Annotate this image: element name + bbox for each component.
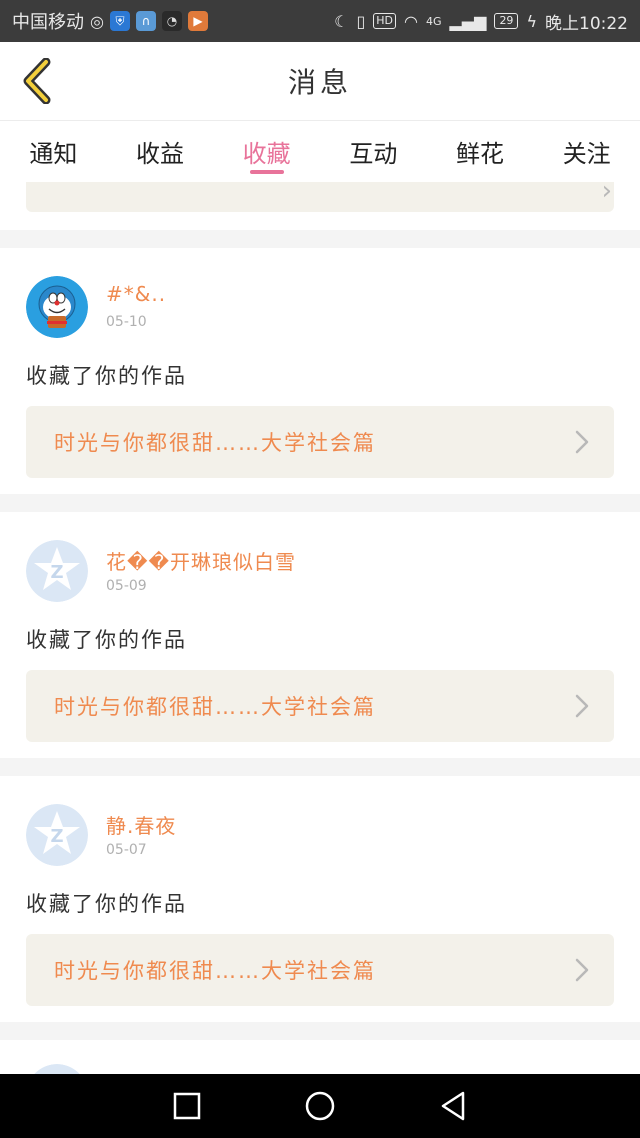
username[interactable]: 静.春夜 [106,810,176,839]
hotspot-icon: ◎ [90,11,104,31]
user-avatar[interactable] [26,1064,88,1074]
work-link[interactable]: 时光与你都很甜……大学社会篇 [26,670,614,742]
action-text: 收藏了你的作品 [26,628,187,652]
list-item: #*&.. 05-10 收藏了你的作品 时光与你都很甜……大学社会篇 [0,248,640,494]
charging-icon: ϟ [526,11,537,31]
tab-label: 通知 [29,140,78,168]
svg-text:Z: Z [50,562,63,583]
clock: 晚上10:22 [545,13,628,34]
default-avatar-icon [34,1064,80,1074]
active-tab-indicator [249,170,284,174]
list-item-partial [0,1040,640,1074]
tab-label: 收藏 [242,140,291,168]
vibrate-icon: ▯ [356,11,366,31]
chevron-right-icon [575,430,589,454]
work-link-partial[interactable] [26,182,614,212]
doraemon-avatar-icon [26,276,88,338]
timestamp: 05-07 [106,842,147,858]
chevron-right-icon [575,694,589,718]
wechat-icon: ◔ [161,11,182,31]
status-bar-left: 中国移动 ◎ ⛨ ∩ ◔ ▶ [12,8,208,34]
triangle-back-icon [442,1091,465,1121]
back-button[interactable] [14,56,60,106]
action-text: 收藏了你的作品 [26,364,187,388]
username[interactable]: #*&.. [106,282,166,306]
favorites-feed[interactable]: › #*&.. 05-10 收藏了你的作品 时光与你都很甜……大学社会篇 Z 花… [0,182,640,1074]
work-title: 时光与你都很甜……大学社会篇 [54,431,376,455]
svg-text:Z: Z [50,826,63,847]
tab-bar: 通知 收益 收藏 互动 鲜花 关注 [0,120,640,182]
page-title: 消息 [287,66,352,99]
list-item: Z 花��开琳琅似白雪 05-09 收藏了你的作品 时光与你都很甜……大学社会篇 [0,512,640,758]
user-avatar[interactable]: Z [26,804,88,866]
work-title: 时光与你都很甜……大学社会篇 [54,695,376,719]
default-avatar-icon: Z [26,804,88,866]
circle-icon [305,1091,335,1121]
status-bar-right: ☾ ▯ HD ◠ 4G ▂▄▆ 29 ϟ 晚上10:22 [334,9,628,34]
home-button[interactable] [290,1076,350,1136]
tab-label: 关注 [562,140,611,168]
video-app-icon: ▶ [187,11,208,31]
tab-notifications[interactable]: 通知 [0,121,107,182]
timestamp: 05-09 [106,578,147,594]
action-text: 收藏了你的作品 [26,892,187,916]
app-header: 消息 [0,42,640,120]
tab-label: 互动 [349,140,398,168]
tab-label: 鲜花 [456,140,505,168]
back-chevron-icon [23,58,51,104]
user-avatar[interactable] [26,276,88,338]
app-root: 中国移动 ◎ ⛨ ∩ ◔ ▶ ☾ ▯ HD ◠ 4G ▂▄▆ 29 ϟ 晚上10… [0,0,640,1138]
tab-favorites[interactable]: 收藏 [213,121,320,182]
work-title: 时光与你都很甜……大学社会篇 [54,959,376,983]
chevron-right-icon: › [601,182,612,206]
tab-earnings[interactable]: 收益 [107,121,214,182]
system-nav-bar [0,1074,640,1138]
tab-label: 收益 [136,140,184,168]
status-bar: 中国移动 ◎ ⛨ ∩ ◔ ▶ ☾ ▯ HD ◠ 4G ▂▄▆ 29 ϟ 晚上10… [0,0,640,42]
network-type: 4G [425,14,442,28]
list-item: Z 静.春夜 05-07 收藏了你的作品 时光与你都很甜……大学社会篇 [0,776,640,1022]
user-avatar[interactable]: Z [26,540,88,602]
timestamp: 05-10 [106,314,147,330]
chevron-right-icon [575,958,589,982]
battery-level: 29 [494,13,519,29]
carrier-label: 中国移动 [12,12,84,33]
default-avatar-icon: Z [26,540,88,602]
shield-app-icon: ⛨ [109,11,130,31]
list-item-partial: › [0,182,640,230]
wifi-icon: ◠ [404,11,418,31]
work-link[interactable]: 时光与你都很甜……大学社会篇 [26,406,614,478]
system-back-button[interactable] [423,1076,483,1136]
hd-badge: HD [373,13,397,29]
work-link[interactable]: 时光与你都很甜……大学社会篇 [26,934,614,1006]
browser-app-icon: ∩ [135,11,156,31]
moon-icon: ☾ [334,11,349,31]
tab-interactions[interactable]: 互动 [320,121,427,182]
signal-icon: ▂▄▆ [449,11,487,31]
tab-following[interactable]: 关注 [533,121,640,182]
username[interactable]: 花��开琳琅似白雪 [106,546,296,575]
tab-flowers[interactable]: 鲜花 [427,121,534,182]
square-icon [173,1092,200,1120]
recent-apps-button[interactable] [157,1076,217,1136]
